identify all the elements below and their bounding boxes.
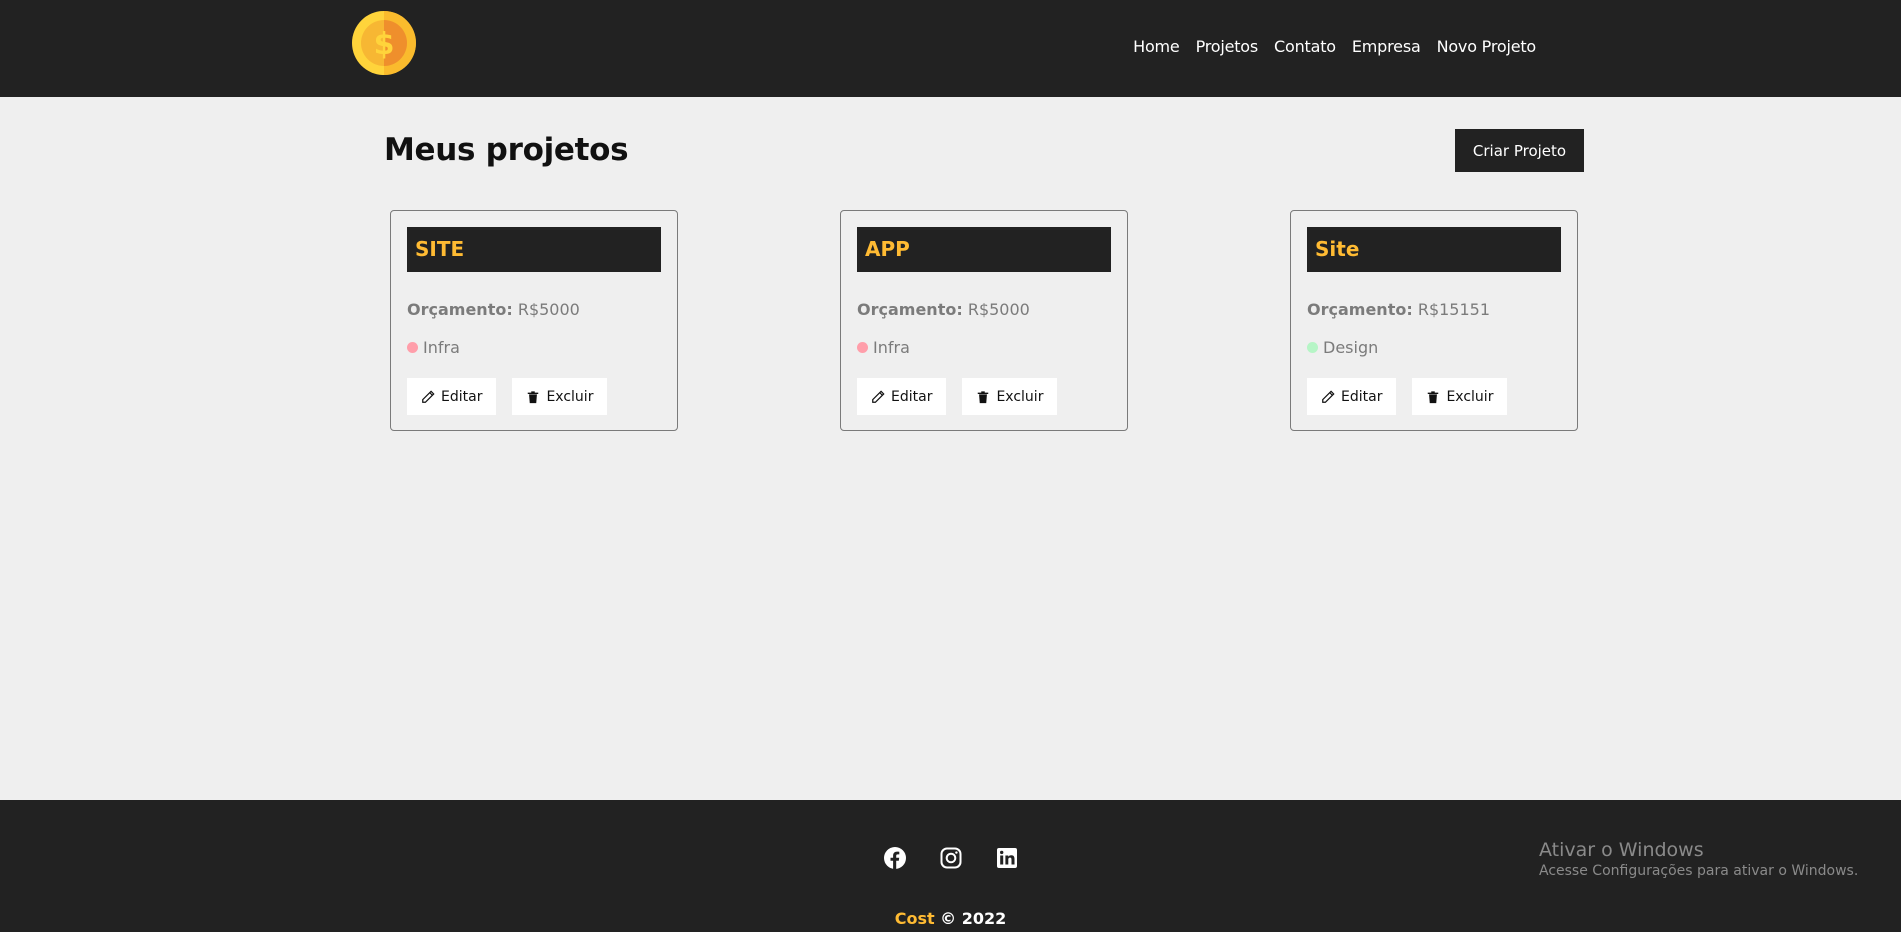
create-project-button[interactable]: Criar Projeto: [1455, 129, 1584, 172]
edit-label: Editar: [891, 388, 933, 405]
navbar: $ Home Projetos Contato Empresa Novo Pro…: [0, 0, 1901, 97]
edit-button[interactable]: Editar: [407, 378, 497, 415]
watermark-subtitle: Acesse Configurações para ativar o Windo…: [1539, 863, 1859, 879]
edit-label: Editar: [1341, 388, 1383, 405]
project-category: Infra: [407, 338, 460, 357]
budget-label: Orçamento:: [1307, 300, 1413, 319]
watermark-title: Ativar o Windows: [1539, 839, 1704, 861]
nav-link-contato[interactable]: Contato: [1274, 37, 1336, 56]
project-card: SITE Orçamento: R$5000 Infra Editar Excl…: [390, 210, 678, 431]
category-label: Design: [1323, 338, 1379, 357]
project-name: Site: [1307, 227, 1561, 272]
trash-icon: [978, 390, 989, 403]
pencil-icon: [872, 389, 885, 403]
nav-link-novo-projeto[interactable]: Novo Projeto: [1437, 37, 1537, 56]
nav-link-empresa[interactable]: Empresa: [1352, 37, 1421, 56]
linkedin-link[interactable]: [995, 848, 1019, 874]
edit-button[interactable]: Editar: [857, 378, 947, 415]
delete-label: Excluir: [546, 388, 594, 405]
facebook-icon: [884, 847, 906, 869]
category-label: Infra: [873, 338, 910, 357]
delete-button[interactable]: Excluir: [962, 378, 1058, 415]
project-card: Site Orçamento: R$15151 Design Editar Ex…: [1290, 210, 1578, 431]
copyright: Cost © 2022: [0, 909, 1901, 928]
copyright-year: © 2022: [934, 909, 1007, 928]
pencil-icon: [1322, 389, 1335, 403]
project-card: APP Orçamento: R$5000 Infra Editar Exclu…: [840, 210, 1128, 431]
nav-link-projetos[interactable]: Projetos: [1196, 37, 1259, 56]
trash-icon: [528, 390, 539, 403]
card-actions: Editar Excluir: [407, 378, 608, 415]
dollar-coin-icon: $: [352, 11, 416, 75]
instagram-icon: [940, 847, 962, 869]
project-budget: Orçamento: R$5000: [407, 300, 580, 319]
trash-icon: [1428, 390, 1439, 403]
instagram-link[interactable]: [939, 847, 963, 874]
category-label: Infra: [423, 338, 460, 357]
windows-activation-watermark: Ativar o Windows Acesse Configurações pa…: [1539, 839, 1858, 879]
page-title: Meus projetos: [384, 132, 629, 168]
delete-button[interactable]: Excluir: [512, 378, 608, 415]
project-name: SITE: [407, 227, 661, 272]
edit-label: Editar: [441, 388, 483, 405]
social-links: [883, 846, 1019, 870]
project-category: Infra: [857, 338, 910, 357]
card-actions: Editar Excluir: [1307, 378, 1508, 415]
budget-value: R$15151: [1417, 300, 1491, 319]
category-dot-icon: [857, 342, 868, 353]
delete-label: Excluir: [996, 388, 1044, 405]
budget-label: Orçamento:: [857, 300, 963, 319]
budget-label: Orçamento:: [407, 300, 513, 319]
pencil-icon: [422, 389, 435, 403]
budget-value: R$5000: [517, 300, 580, 319]
category-dot-icon: [407, 342, 418, 353]
nav-links: Home Projetos Contato Empresa Novo Proje…: [1133, 37, 1536, 56]
project-budget: Orçamento: R$5000: [857, 300, 1030, 319]
brand-name: Cost: [894, 909, 935, 928]
budget-value: R$5000: [967, 300, 1030, 319]
delete-label: Excluir: [1446, 388, 1494, 405]
project-name: APP: [857, 227, 1111, 272]
category-dot-icon: [1307, 342, 1318, 353]
nav-link-home[interactable]: Home: [1133, 37, 1180, 56]
project-category: Design: [1307, 338, 1378, 357]
card-actions: Editar Excluir: [857, 378, 1058, 415]
facebook-link[interactable]: [883, 847, 907, 874]
project-budget: Orçamento: R$15151: [1307, 300, 1490, 319]
linkedin-icon: [997, 848, 1017, 868]
delete-button[interactable]: Excluir: [1412, 378, 1508, 415]
edit-button[interactable]: Editar: [1307, 378, 1397, 415]
svg-text:$: $: [374, 27, 395, 62]
